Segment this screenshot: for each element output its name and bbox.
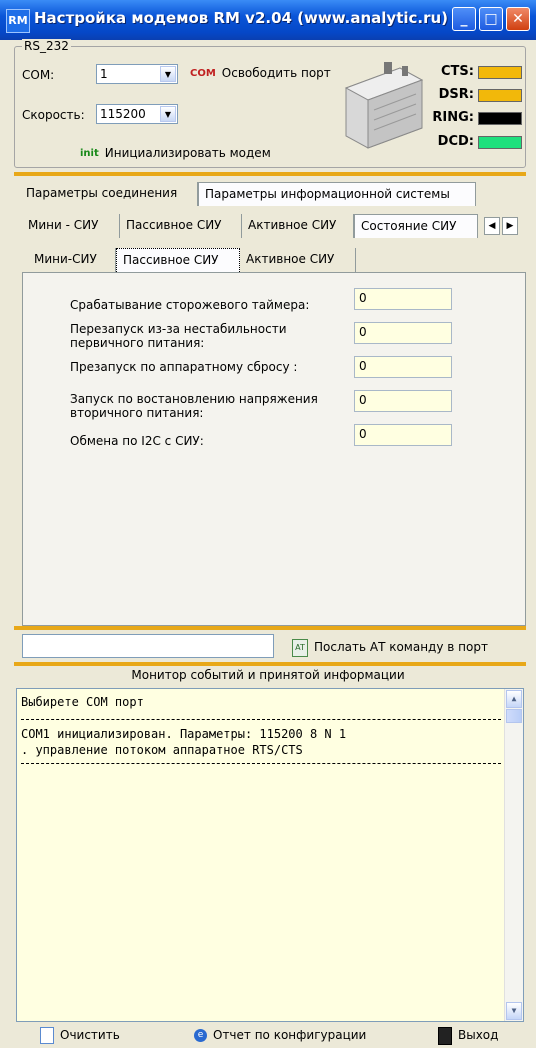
speed-select-value: 115200: [100, 107, 146, 121]
primary-power-restart-label: Перезапуск из-за нестабильности первично…: [70, 322, 287, 350]
close-button[interactable]: ✕: [506, 7, 530, 31]
send-at-command-button[interactable]: AT Послать АТ команду в порт: [292, 634, 522, 660]
hardware-reset-label: Презапуск по аппаратному сбросу :: [70, 360, 298, 374]
com-select-value: 1: [100, 67, 108, 81]
speed-select[interactable]: 115200 ▼: [96, 104, 178, 124]
dcd-label: DCD:: [437, 134, 474, 149]
primary-power-restart-field[interactable]: 0: [354, 322, 452, 344]
title-bar[interactable]: RM Настройка модемов RM v2.04 (www.analy…: [0, 0, 536, 40]
tab-passive-siu[interactable]: Пассивное СИУ: [120, 214, 242, 238]
watchdog-label: Срабатывание сторожевого таймера:: [70, 298, 310, 312]
monitor-separator: [21, 763, 501, 764]
tab-sub-mini-siu[interactable]: Мини-СИУ: [28, 248, 116, 272]
scroll-down-icon[interactable]: ▼: [506, 1002, 522, 1020]
monitor-scrollbar[interactable]: ▲ ▼: [504, 689, 523, 1021]
monitor-separator: [21, 719, 501, 720]
scroll-up-icon[interactable]: ▲: [506, 690, 522, 708]
tab-connection-params[interactable]: Параметры соединения: [20, 182, 198, 206]
exit-button[interactable]: Выход: [438, 1024, 498, 1046]
maximize-icon: □: [484, 11, 498, 27]
send-at-command-label: Послать АТ команду в порт: [314, 640, 488, 654]
tab-scroll-left-icon[interactable]: ◀: [484, 217, 500, 235]
maximize-button[interactable]: □: [479, 7, 503, 31]
init-icon: init: [80, 148, 99, 159]
at-command-input[interactable]: [22, 634, 274, 658]
tab-active-siu[interactable]: Активное СИУ: [242, 214, 354, 238]
event-monitor[interactable]: Выбирете COM порт COM1 инициализирован. …: [16, 688, 524, 1022]
send-command-icon: AT: [292, 638, 308, 657]
dcd-indicator: [478, 136, 522, 149]
app-icon: RM: [6, 9, 30, 33]
init-modem-button[interactable]: init Инициализировать модем: [80, 146, 271, 160]
clear-label: Очистить: [60, 1028, 120, 1042]
monitor-title: Монитор событий и принятой информации: [131, 668, 405, 682]
clear-button[interactable]: Очистить: [40, 1024, 120, 1046]
hardware-reset-field[interactable]: 0: [354, 356, 452, 378]
exit-door-icon: [438, 1026, 452, 1045]
rs232-group-title: RS_232: [22, 39, 71, 53]
release-port-label: Освободить порт: [221, 66, 331, 80]
tab-sub-passive-siu[interactable]: Пассивное СИУ: [116, 248, 240, 272]
speed-label: Скорость:: [22, 108, 85, 122]
tab-siu-state[interactable]: Состояние СИУ: [354, 214, 478, 238]
clear-page-icon: [40, 1027, 54, 1044]
chevron-down-icon[interactable]: ▼: [160, 106, 176, 122]
tabs-level3: Мини-СИУ Пассивное СИУ Активное СИУ: [28, 248, 368, 272]
ring-label: RING:: [432, 110, 474, 125]
monitor-line: COM1 инициализирован. Параметры: 115200 …: [21, 727, 347, 741]
divider: [14, 662, 526, 666]
release-port-button[interactable]: COM Освободить порт: [190, 66, 331, 80]
tabs-level2: Мини - СИУ Пассивное СИУ Активное СИУ Со…: [22, 214, 526, 238]
com-port-icon: COM: [190, 68, 216, 79]
config-report-label: Отчет по конфигурации: [213, 1028, 367, 1042]
tabs-level1: Параметры соединения Параметры информаци…: [20, 182, 480, 206]
com-label: COM:: [22, 68, 55, 82]
tab-mini-siu[interactable]: Мини - СИУ: [22, 214, 120, 238]
window-title: Настройка модемов RM v2.04 (www.analytic…: [34, 9, 449, 27]
close-icon: ✕: [512, 11, 524, 27]
com-select[interactable]: 1 ▼: [96, 64, 178, 84]
config-report-button[interactable]: e Отчет по конфигурации: [194, 1024, 366, 1046]
monitor-line: . управление потоком аппаратное RTS/CTS: [21, 743, 303, 757]
watchdog-field[interactable]: 0: [354, 288, 452, 310]
divider: [14, 172, 526, 176]
tab-info-system-params[interactable]: Параметры информационной системы: [198, 182, 476, 206]
tab-scroll-right-icon[interactable]: ▶: [502, 217, 518, 235]
i2c-exchange-field[interactable]: 0: [354, 424, 452, 446]
minimize-icon: _: [460, 11, 468, 27]
chevron-down-icon[interactable]: ▼: [160, 66, 176, 82]
tab-sub-active-siu[interactable]: Активное СИУ: [240, 248, 356, 272]
divider: [14, 626, 526, 630]
dsr-label: DSR:: [438, 87, 474, 102]
cts-label: CTS:: [441, 64, 474, 79]
cts-indicator: [478, 66, 522, 79]
i2c-exchange-label: Обмена по I2C с СИУ:: [70, 434, 204, 448]
dsr-indicator: [478, 89, 522, 102]
report-ie-icon: e: [194, 1029, 207, 1042]
init-modem-label: Инициализировать модем: [104, 146, 271, 160]
main-window: RM Настройка модемов RM v2.04 (www.analy…: [0, 0, 536, 1048]
monitor-line: Выбирете COM порт: [21, 695, 144, 709]
ring-indicator: [478, 112, 522, 125]
modem-device-image: [344, 62, 424, 149]
minimize-button[interactable]: _: [452, 7, 476, 31]
scroll-thumb[interactable]: [506, 709, 522, 723]
secondary-power-restore-label: Запуск по востановлению напряжения втори…: [70, 392, 318, 420]
secondary-power-restore-field[interactable]: 0: [354, 390, 452, 412]
exit-label: Выход: [458, 1028, 499, 1042]
